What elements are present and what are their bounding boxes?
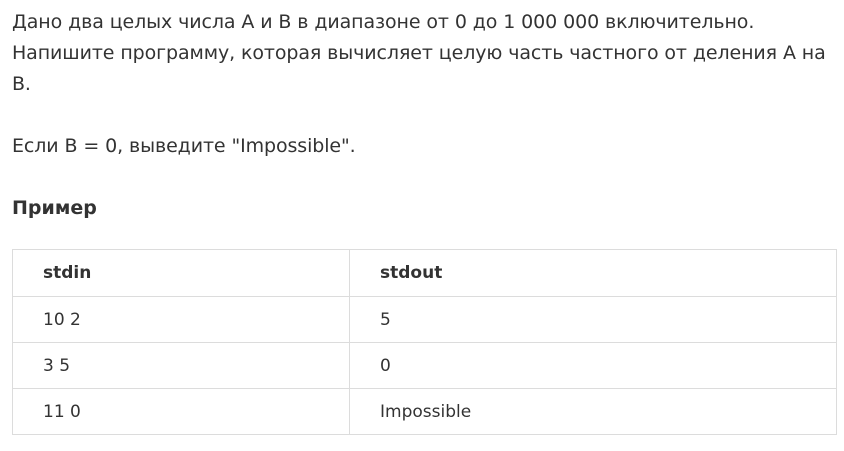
- stdout-cell: Impossible: [349, 388, 837, 435]
- table-row: 11 0 Impossible: [12, 388, 837, 435]
- stdout-cell: 0: [349, 342, 837, 389]
- example-table: stdin stdout 10 2 5 3 5 0 11 0 Impossibl…: [12, 249, 837, 435]
- stdin-cell: 3 5: [12, 342, 350, 389]
- table-row: 3 5 0: [12, 342, 837, 389]
- stdin-cell: 11 0: [12, 388, 350, 435]
- problem-description: Дано два целых числа A и B в диапазоне о…: [12, 7, 836, 224]
- stdout-cell: 5: [349, 296, 837, 343]
- table-row: 10 2 5: [12, 296, 837, 343]
- column-header-stdout: stdout: [349, 249, 837, 297]
- problem-note: Если B = 0, выведите "Impossible".: [12, 135, 356, 157]
- problem-statement: Дано два целых числа A и B в диапазоне о…: [12, 11, 826, 95]
- stdin-cell: 10 2: [12, 296, 350, 343]
- column-header-stdin: stdin: [12, 249, 350, 297]
- table-header-row: stdin stdout: [12, 249, 837, 297]
- example-heading: Пример: [12, 197, 97, 219]
